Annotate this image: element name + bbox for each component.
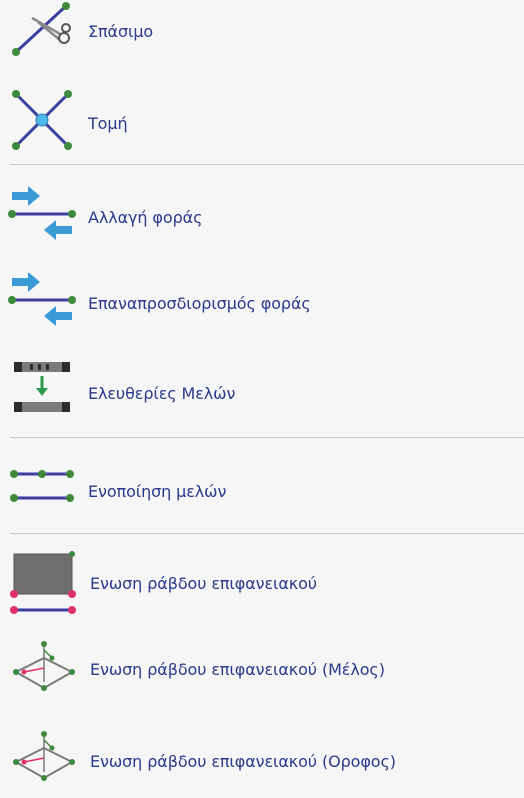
menu-item-label: Τομή xyxy=(88,114,128,133)
member-releases-icon xyxy=(14,362,70,412)
intersection-cross-icon xyxy=(12,90,72,150)
menu-item-bar-surface-link-floor[interactable]: Ενωση ράβδου επιφανειακού (Οροφος) xyxy=(0,730,524,790)
menu-item-merge-members[interactable]: Ενοποίηση μελών xyxy=(0,462,524,522)
merge-members-icon xyxy=(10,470,74,502)
menu-item-label: Ενωση ράβδου επιφανειακού (Οροφος) xyxy=(90,752,396,771)
menu-item-label: Ελευθερίες Μελών xyxy=(88,384,236,403)
redefine-direction-icon xyxy=(8,272,76,326)
menu-item-bar-surface-link[interactable]: Ενωση ράβδου επιφανειακού xyxy=(0,551,524,614)
menu-item-split[interactable]: Σπάσιμο xyxy=(0,2,524,62)
bar-surface-link-icon xyxy=(10,551,76,614)
menu-item-member-releases[interactable]: Ελευθερίες Μελών xyxy=(0,360,524,420)
menu-item-label: Ενοποίηση μελών xyxy=(88,482,227,501)
menu-item-label: Ενωση ράβδου επιφανειακού xyxy=(90,574,317,593)
menu-item-bar-surface-link-member[interactable]: Ενωση ράβδου επιφανειακού (Μέλος) xyxy=(0,640,524,700)
menu-item-label: Επαναπροσδιορισμός φοράς xyxy=(88,294,311,313)
bar-surface-link-floor-icon xyxy=(13,731,75,781)
separator xyxy=(10,164,524,165)
menu-item-change-direction[interactable]: Αλλαγή φοράς xyxy=(0,186,524,246)
menu-item-intersection[interactable]: Τομή xyxy=(0,90,524,152)
separator xyxy=(10,533,524,534)
split-scissors-icon xyxy=(12,2,71,56)
menu-item-redefine-direction[interactable]: Επαναπροσδιορισμός φοράς xyxy=(0,272,524,332)
bar-surface-link-member-icon xyxy=(13,641,75,691)
change-direction-icon xyxy=(8,186,76,240)
context-menu: Σπάσιμο Τομή Αλλαγή φοράς Επαναπροσδιορι… xyxy=(0,0,524,798)
separator xyxy=(10,437,524,438)
menu-item-label: Ενωση ράβδου επιφανειακού (Μέλος) xyxy=(90,660,385,679)
menu-item-label: Αλλαγή φοράς xyxy=(88,208,203,227)
menu-item-label: Σπάσιμο xyxy=(88,22,154,41)
